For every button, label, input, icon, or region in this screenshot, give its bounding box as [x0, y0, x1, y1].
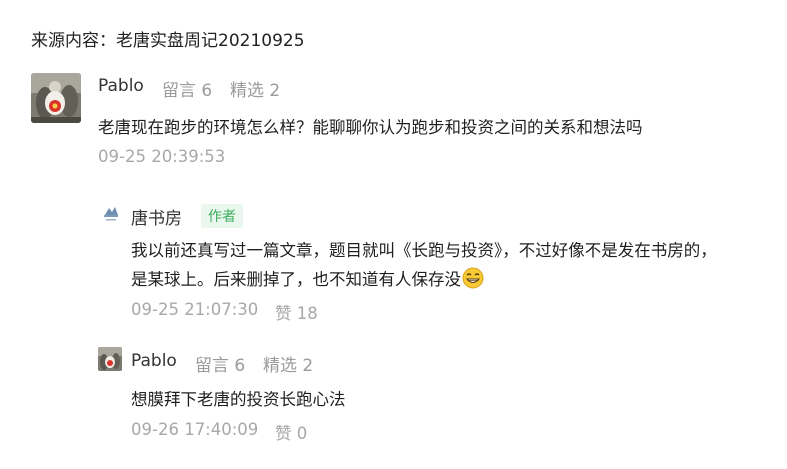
reply-featured-count: 精选 2 — [263, 356, 314, 376]
reply-timestamp: 09-25 21:07:30 — [131, 300, 259, 319]
comment-replies-count: 留言 6 — [162, 81, 213, 101]
comment-text: 老唐现在跑步的环境怎么样？能聊聊你认为跑步和投资之间的关系和想法吗 — [98, 118, 643, 137]
reply-avatar[interactable] — [98, 347, 122, 371]
reply-text: 想膜拜下老唐的投资长跑心法 — [131, 390, 346, 409]
reply-username[interactable]: Pablo — [131, 351, 177, 371]
avatar[interactable] — [31, 73, 81, 123]
author-avatar[interactable] — [100, 202, 122, 224]
like-button[interactable]: 赞 0 — [275, 420, 307, 444]
comment-featured-count: 精选 2 — [230, 81, 281, 101]
comment-username[interactable]: Pablo — [98, 76, 144, 96]
like-button[interactable]: 赞 18 — [275, 300, 318, 324]
reply-text-line2-content: 是某球上。后来删掉了，也不知道有人保存没 — [131, 270, 461, 289]
grinning-emoji-icon — [462, 267, 484, 293]
reply-replies-count: 留言 6 — [195, 356, 246, 376]
reply-text-line1: 我以前还真写过一篇文章，题目就叫《长跑与投资》，不过好像不是发在书房的， — [131, 241, 717, 260]
source-line: 来源内容：老唐实盘周记20210925 — [31, 31, 305, 51]
reply-username[interactable]: 唐书房 — [131, 204, 182, 229]
author-badge: 作者 — [201, 204, 243, 228]
comment-timestamp: 09-25 20:39:53 — [98, 147, 226, 166]
reply-timestamp: 09-26 17:40:09 — [131, 420, 259, 439]
reply-text-line2: 是某球上。后来删掉了，也不知道有人保存没 — [131, 266, 484, 293]
